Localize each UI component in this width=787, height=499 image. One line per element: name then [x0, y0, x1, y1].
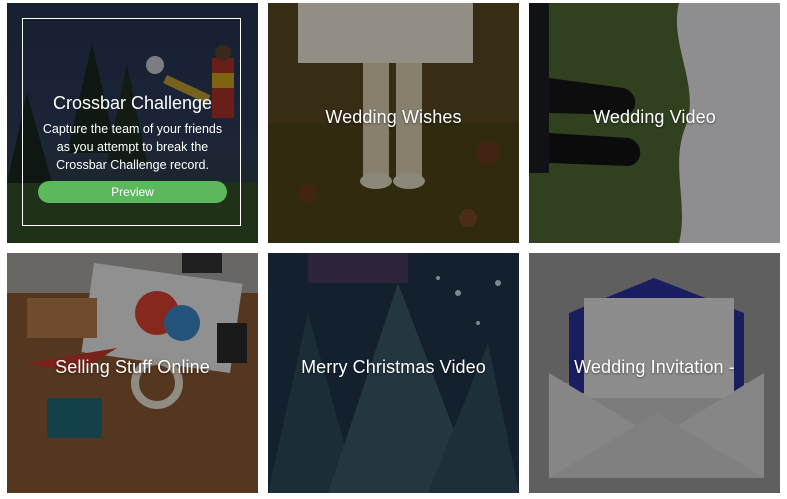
tile-title: Merry Christmas Video: [301, 357, 486, 377]
preview-button[interactable]: Preview: [38, 181, 227, 203]
tile-title: Wedding Wishes: [325, 107, 462, 127]
tile-title: Wedding Invitation -: [574, 357, 735, 377]
template-tile-wedding-wishes[interactable]: Wedding Wishes: [268, 3, 519, 243]
tile-title: Crossbar Challenge: [52, 93, 213, 113]
template-tile-crossbar-challenge[interactable]: Crossbar Challenge Capture the team of y…: [7, 3, 258, 243]
tile-title: Selling Stuff Online: [55, 357, 210, 377]
template-tile-wedding-invitation[interactable]: Wedding Invitation -: [529, 253, 780, 493]
template-tile-wedding-video[interactable]: Wedding Video: [529, 3, 780, 243]
tile-description: Capture the team of your friends as you …: [42, 122, 223, 172]
template-tile-selling-stuff-online[interactable]: Selling Stuff Online: [7, 253, 258, 493]
template-tile-merry-christmas-video[interactable]: Merry Christmas Video: [268, 253, 519, 493]
tile-title: Wedding Video: [593, 107, 716, 127]
